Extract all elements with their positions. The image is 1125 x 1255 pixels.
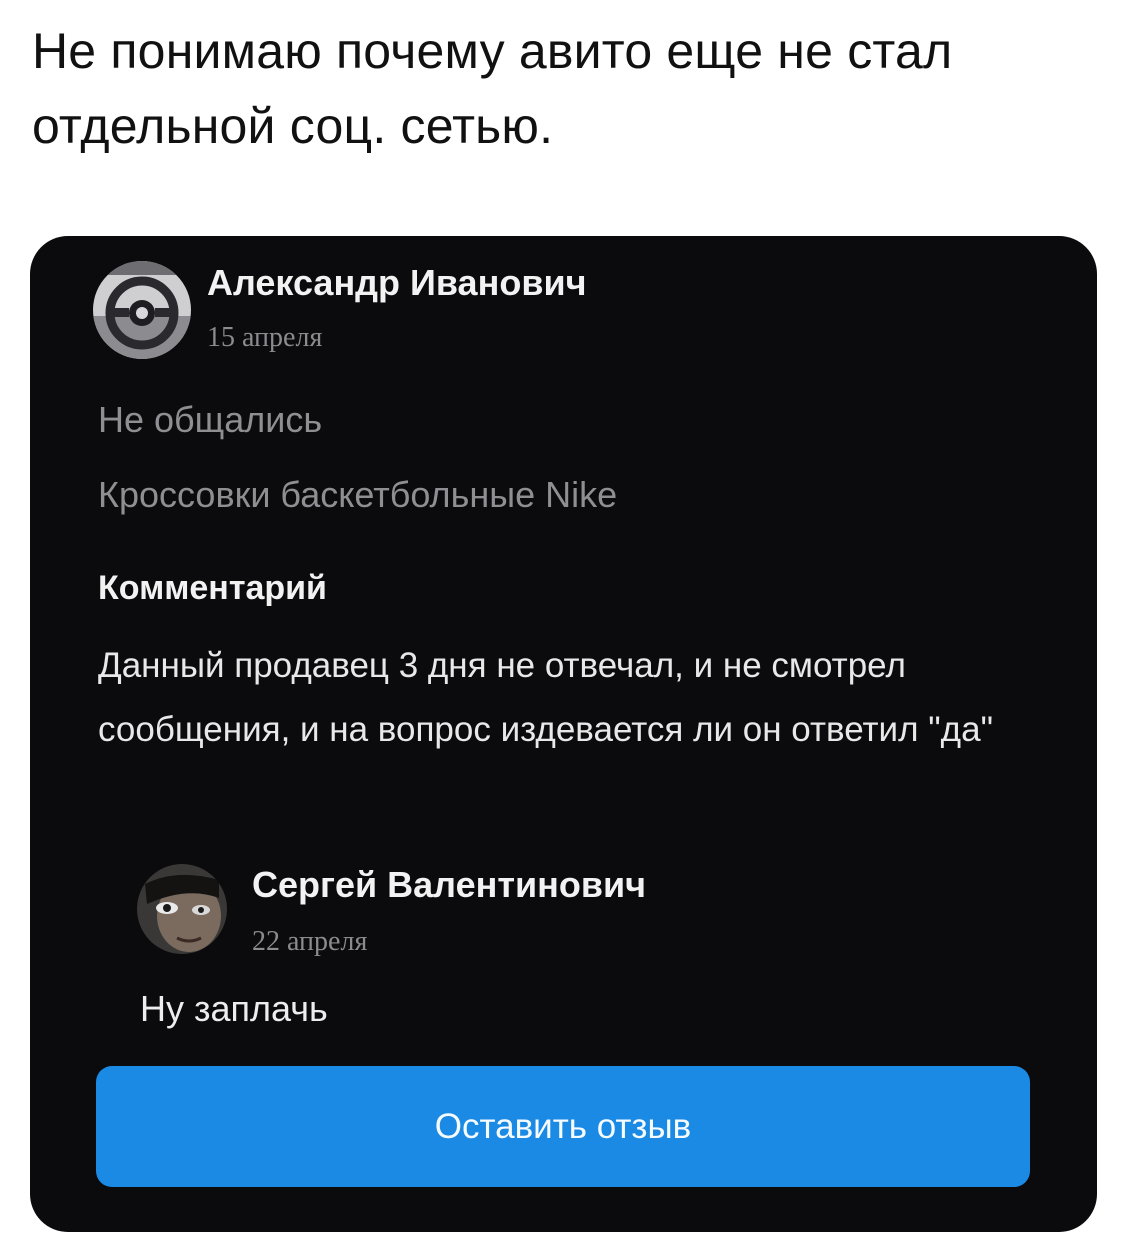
seller-name[interactable]: Сергей Валентинович	[252, 864, 646, 906]
reviewer-name[interactable]: Александр Иванович	[207, 262, 586, 304]
leave-review-button[interactable]: Оставить отзыв	[96, 1066, 1030, 1187]
seller-avatar[interactable]	[137, 864, 227, 954]
review-date: 15 апреля	[207, 322, 323, 353]
comment-text: Данный продавец 3 дня не отвечал, и не с…	[98, 646, 993, 749]
review-card: Александр Иванович 15 апреля Не общались…	[30, 236, 1097, 1232]
post-text: Не понимаю почему авито еще не стал отде…	[32, 23, 953, 154]
seller-reply-text: Ну заплачь	[140, 988, 328, 1029]
deal-status: Не общались	[98, 399, 323, 440]
avatar-steering-wheel-icon	[93, 261, 191, 359]
avatar-face-icon	[137, 864, 227, 954]
comment-heading: Комментарий	[98, 569, 327, 607]
reply-date: 22 апреля	[252, 926, 368, 957]
item-title[interactable]: Кроссовки баскетбольные Nike	[98, 474, 617, 516]
reviewer-avatar[interactable]	[93, 261, 191, 359]
